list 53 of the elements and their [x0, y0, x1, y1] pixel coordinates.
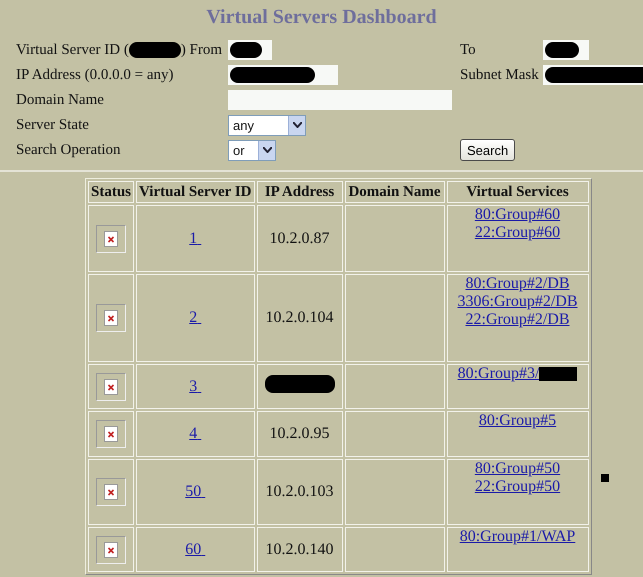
- page-title: Virtual Servers Dashboard: [206, 6, 437, 29]
- service-link[interactable]: 3306:Group#2/DB: [458, 293, 578, 311]
- dropdown[interactable]: or: [228, 140, 276, 160]
- redaction-mark: [230, 42, 262, 58]
- server-id-link[interactable]: 4: [189, 425, 202, 443]
- service-link[interactable]: 22:Group#50: [474, 478, 560, 496]
- field-label: Search Operation: [16, 142, 121, 158]
- search-button[interactable]: Search: [460, 139, 516, 161]
- ip-address: 10.2.0.87: [270, 230, 330, 246]
- dropdown[interactable]: any: [228, 114, 306, 136]
- redaction-mark: [128, 42, 181, 58]
- input-field[interactable]: [228, 40, 272, 60]
- broken-image-icon: [104, 426, 118, 442]
- broken-image-icon: [104, 542, 118, 558]
- redaction-mark: [545, 42, 579, 58]
- field-label: Domain Name: [16, 92, 104, 108]
- field-label: ) From: [180, 42, 222, 58]
- service-link[interactable]: 80:Group#50: [474, 460, 560, 478]
- redaction-mark: [539, 367, 578, 381]
- input-field[interactable]: [228, 90, 452, 110]
- column-header: Status: [88, 181, 134, 203]
- server-id-link[interactable]: 2: [189, 309, 202, 327]
- column-header: Virtual Services: [446, 181, 588, 203]
- server-id-link[interactable]: 1: [189, 230, 202, 248]
- field-label: Virtual Server ID (: [16, 42, 129, 58]
- service-link[interactable]: 80:Group#60: [474, 206, 560, 224]
- column-header: Virtual Server ID: [136, 181, 254, 203]
- field-label: To: [460, 42, 476, 58]
- ip-address: 10.2.0.140: [266, 540, 334, 558]
- server-id-link[interactable]: 60: [185, 540, 206, 558]
- ip-address: 10.2.0.103: [266, 483, 334, 500]
- server-id-link[interactable]: 50: [185, 483, 206, 501]
- broken-image-icon: [104, 230, 118, 246]
- caret-icon: [292, 122, 302, 128]
- field-label: Server State: [16, 116, 89, 134]
- square-mark: [601, 474, 609, 482]
- broken-image-icon: [104, 310, 118, 326]
- column-header: IP Address: [256, 181, 342, 203]
- input-field[interactable]: [543, 40, 589, 60]
- caret-icon: [262, 147, 272, 153]
- ip-address: 10.2.0.104: [266, 309, 334, 326]
- field-label: IP Address (0.0.0.0 = any): [16, 66, 174, 84]
- redaction-mark: [264, 375, 334, 393]
- column-header: Domain Name: [344, 181, 444, 203]
- input-field[interactable]: [228, 65, 338, 85]
- server-id-link[interactable]: 3: [189, 378, 202, 396]
- broken-image-icon: [104, 484, 118, 500]
- service-link[interactable]: 80:Group#2/DB: [466, 275, 570, 293]
- ip-address: 10.2.0.95: [270, 425, 330, 442]
- field-label: Subnet Mask: [460, 66, 539, 84]
- service-link[interactable]: 22:Group#60: [474, 224, 560, 242]
- service-link[interactable]: 22:Group#2/DB: [466, 311, 570, 329]
- broken-image-icon: [104, 378, 118, 394]
